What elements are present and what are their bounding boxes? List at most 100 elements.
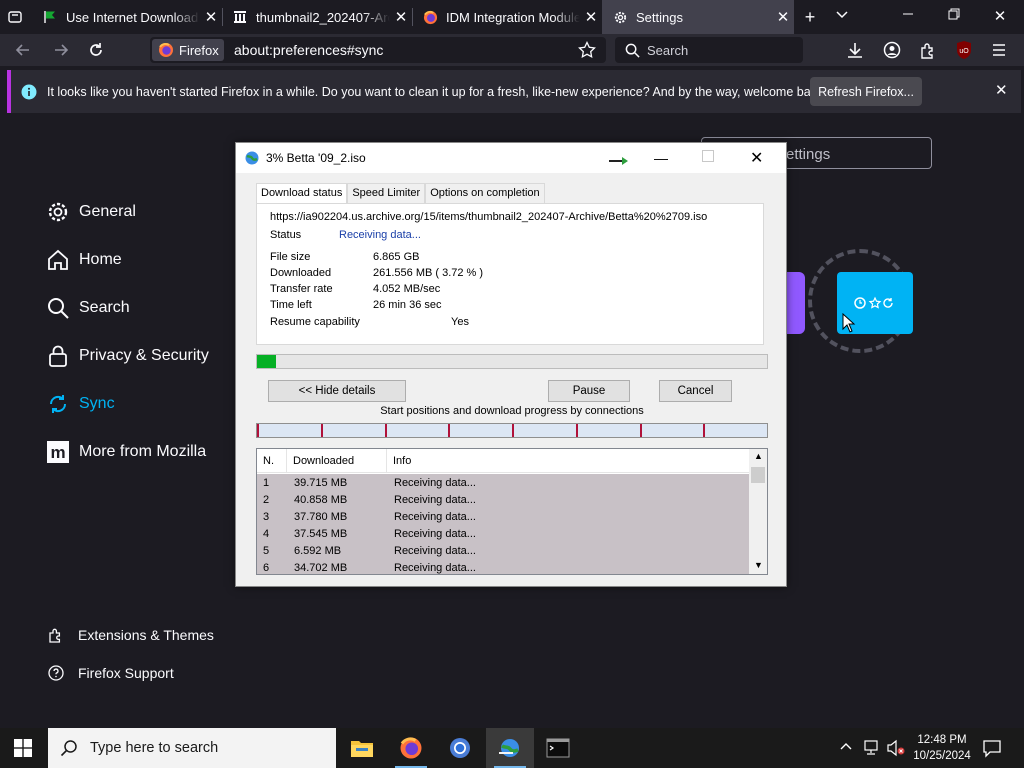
- field-value: 261.556 MB ( 3.72 % ): [373, 267, 484, 279]
- chevron-up-icon[interactable]: [839, 740, 853, 759]
- connections-list: N. Downloaded Info 1 39.715 MB Receiving d…: [256, 448, 768, 575]
- menu-icon[interactable]: [991, 42, 1007, 63]
- gear-icon: [46, 200, 70, 224]
- notification-message: It looks like you haven't started Firefo…: [47, 84, 827, 99]
- cell-info: Receiving data...: [394, 493, 476, 506]
- sidebar-item-home[interactable]: Home: [46, 248, 122, 272]
- downloads-icon[interactable]: [846, 41, 864, 64]
- search-bar[interactable]: Search: [615, 37, 803, 63]
- tab-options-on-completion[interactable]: Options on completion: [425, 183, 545, 203]
- sidebar-item-sync[interactable]: Sync: [46, 392, 115, 416]
- url-bar[interactable]: Firefox about:preferences#sync: [150, 37, 606, 63]
- bookmark-star-icon[interactable]: [578, 40, 596, 64]
- idm-taskbar-icon[interactable]: [486, 728, 534, 768]
- sidebar-item-search[interactable]: Search: [46, 296, 130, 320]
- cell-downloaded: 39.715 MB: [294, 476, 348, 489]
- field-label: File size: [270, 251, 311, 263]
- tab-download-status[interactable]: Download status: [256, 183, 348, 203]
- table-row[interactable]: 4 37.545 MB Receiving data...: [257, 525, 749, 542]
- firefox-icon[interactable]: [387, 728, 435, 768]
- extensions-icon[interactable]: [919, 41, 937, 64]
- network-icon[interactable]: [862, 739, 880, 762]
- taskbar-search-box[interactable]: Type here to search: [48, 728, 336, 768]
- maximize-icon: [702, 150, 714, 162]
- connection-start-marker: [703, 424, 706, 437]
- connections-progress-bar: [256, 423, 768, 438]
- tab-title: Settings: [636, 9, 683, 25]
- close-icon[interactable]: ✕: [390, 8, 412, 26]
- tab-archive[interactable]: thumbnail2_202407-Arch ✕: [222, 0, 412, 34]
- vertical-scrollbar[interactable]: ▲ ▼: [749, 449, 767, 574]
- status-value: Receiving data...: [339, 229, 421, 241]
- notification-center-icon[interactable]: [982, 738, 1002, 763]
- close-icon[interactable]: ✕: [200, 8, 222, 26]
- firefox-icon: [422, 9, 438, 25]
- restore-icon[interactable]: [944, 7, 964, 27]
- arrow-icon: [608, 155, 630, 169]
- close-icon[interactable]: ✕: [580, 8, 602, 26]
- sidebar-item-privacy[interactable]: Privacy & Security: [46, 344, 209, 368]
- download-progress-bar: [256, 354, 768, 369]
- cell-n: 6: [263, 561, 270, 574]
- table-row[interactable]: 2 40.858 MB Receiving data...: [257, 491, 749, 508]
- close-icon[interactable]: ✕: [750, 148, 763, 168]
- table-row[interactable]: 6 34.702 MB Receiving data...: [257, 559, 749, 574]
- list-header: N. Downloaded Info: [257, 449, 749, 473]
- magnifier-icon: [625, 43, 640, 58]
- pause-button[interactable]: Pause: [548, 380, 630, 402]
- reload-icon[interactable]: [87, 41, 105, 64]
- table-row[interactable]: 1 39.715 MB Receiving data...: [257, 474, 749, 491]
- sidebar-item-extensions-themes[interactable]: Extensions & Themes: [48, 627, 214, 643]
- connection-start-marker: [512, 424, 514, 437]
- ublock-icon[interactable]: uO: [955, 40, 973, 60]
- archive-icon: [232, 9, 248, 25]
- close-icon[interactable]: ✕: [772, 8, 794, 26]
- windows-start-icon[interactable]: [14, 739, 32, 762]
- connection-start-marker: [257, 424, 259, 437]
- column-header[interactable]: Info: [387, 449, 749, 473]
- volume-muted-icon[interactable]: [886, 739, 906, 762]
- account-icon[interactable]: [883, 41, 901, 64]
- scrollbar-thumb[interactable]: [751, 467, 765, 483]
- column-header[interactable]: N.: [257, 449, 287, 473]
- list-all-tabs-icon[interactable]: [6, 8, 24, 26]
- sidebar-item-more-from-mozilla[interactable]: m More from Mozilla: [46, 440, 206, 464]
- idm-globe-icon: [244, 150, 260, 166]
- minimize-icon[interactable]: [898, 7, 918, 27]
- table-row[interactable]: 5 6.592 MB Receiving data...: [257, 542, 749, 559]
- url-text[interactable]: about:preferences#sync: [234, 42, 383, 58]
- tab-idm-integration[interactable]: IDM Integration Module - ✕: [412, 0, 602, 34]
- cancel-button[interactable]: Cancel: [659, 380, 732, 402]
- sidebar-item-firefox-support[interactable]: Firefox Support: [48, 665, 174, 681]
- chevron-down-icon[interactable]: ▼: [754, 560, 763, 570]
- close-icon[interactable]: ✕: [995, 81, 1008, 99]
- new-tab-icon[interactable]: +: [800, 7, 820, 27]
- notification-bar: It looks like you haven't started Firefo…: [7, 70, 1021, 113]
- file-explorer-icon[interactable]: [338, 728, 386, 768]
- close-window-icon[interactable]: ✕: [990, 7, 1010, 27]
- column-header[interactable]: Downloaded: [287, 449, 387, 473]
- tab-idm-article[interactable]: Use Internet Download M ✕: [32, 0, 222, 34]
- refresh-firefox-button[interactable]: Refresh Firefox...: [810, 77, 922, 106]
- tab-speed-limiter[interactable]: Speed Limiter: [347, 183, 426, 203]
- forward-icon[interactable]: [52, 41, 70, 64]
- terminal-icon[interactable]: [534, 728, 582, 768]
- cell-n: 3: [263, 510, 270, 523]
- cell-info: Receiving data...: [394, 544, 476, 557]
- sidebar-item-general[interactable]: General: [46, 200, 136, 224]
- chevron-down-icon[interactable]: [832, 7, 852, 27]
- table-row[interactable]: 3 37.780 MB Receiving data...: [257, 508, 749, 525]
- tab-settings[interactable]: Settings ✕: [602, 0, 794, 34]
- status-label: Status: [270, 229, 302, 241]
- back-icon[interactable]: [14, 41, 32, 64]
- field-value: 26 min 36 sec: [373, 299, 442, 311]
- gear-icon: [612, 9, 628, 25]
- taskbar-clock[interactable]: 12:48 PM 10/25/2024: [910, 732, 974, 764]
- chrome-icon[interactable]: [436, 728, 484, 768]
- field-value: Yes: [451, 316, 469, 328]
- hide-details-button[interactable]: << Hide details: [268, 380, 406, 402]
- identity-box[interactable]: Firefox: [152, 39, 224, 61]
- minimize-icon[interactable]: —: [654, 150, 668, 166]
- chevron-up-icon[interactable]: ▲: [754, 451, 763, 461]
- cell-n: 2: [263, 493, 270, 506]
